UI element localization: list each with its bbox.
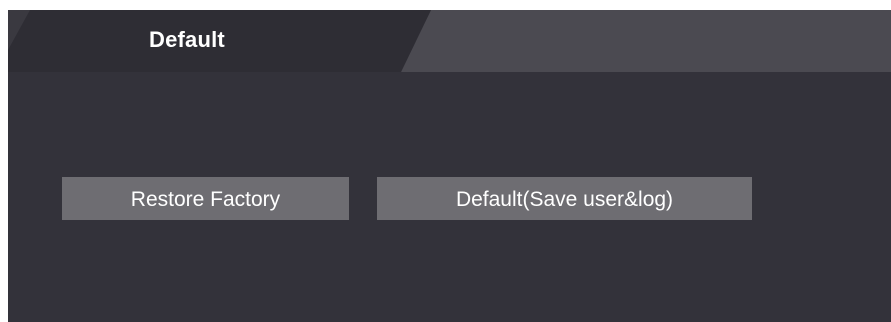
default-save-user-log-button[interactable]: Default(Save user&log): [377, 177, 752, 220]
top-margin: [0, 0, 891, 10]
tab-bar-inactive-area: [401, 10, 891, 72]
tab-bar-shape: [8, 10, 891, 72]
tab-default[interactable]: Default: [149, 27, 309, 53]
tab-bar: Default: [8, 10, 891, 72]
restore-factory-button[interactable]: Restore Factory: [62, 177, 349, 220]
settings-window: Default Restore Factory Default(Save use…: [0, 0, 891, 322]
